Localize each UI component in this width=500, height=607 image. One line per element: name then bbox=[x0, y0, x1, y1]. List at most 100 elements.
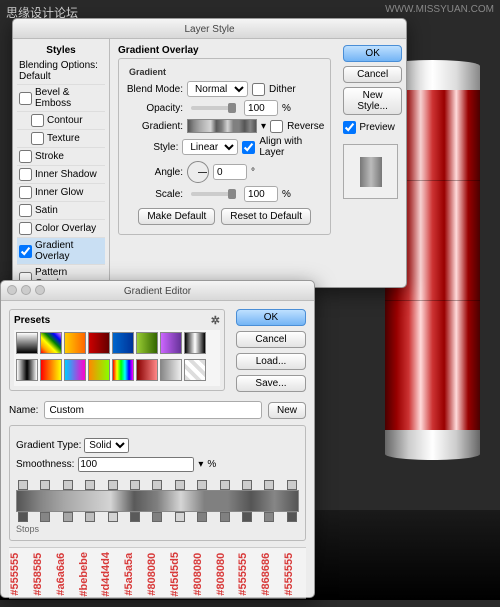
style-checkbox[interactable] bbox=[19, 186, 32, 199]
gradient-stop[interactable] bbox=[18, 512, 28, 522]
layer-style-titlebar[interactable]: Layer Style bbox=[13, 19, 406, 39]
preset-swatch[interactable] bbox=[40, 332, 62, 354]
preset-swatch[interactable] bbox=[16, 359, 38, 381]
dither-checkbox[interactable] bbox=[252, 83, 265, 96]
gradient-stop[interactable] bbox=[197, 512, 207, 522]
reset-default-button[interactable]: Reset to Default bbox=[221, 208, 311, 225]
gradient-stop[interactable] bbox=[175, 480, 185, 490]
new-style-button[interactable]: New Style... bbox=[343, 87, 402, 115]
style-row[interactable]: Satin bbox=[17, 202, 105, 220]
preset-swatch[interactable] bbox=[64, 359, 86, 381]
preset-swatch[interactable] bbox=[40, 359, 62, 381]
gradient-stop[interactable] bbox=[18, 480, 28, 490]
blending-options-row[interactable]: Blending Options: Default bbox=[17, 58, 105, 85]
preview-checkbox[interactable] bbox=[343, 121, 356, 134]
style-row[interactable]: Contour bbox=[17, 112, 105, 130]
opacity-slider[interactable] bbox=[191, 106, 236, 110]
gradient-dropdown-icon[interactable]: ▾ bbox=[261, 121, 266, 132]
style-row[interactable]: Gradient Overlay bbox=[17, 238, 105, 265]
gradient-stop[interactable] bbox=[130, 512, 140, 522]
style-checkbox[interactable] bbox=[31, 132, 44, 145]
gradient-swatch[interactable] bbox=[187, 119, 257, 133]
style-row[interactable]: Color Overlay bbox=[17, 220, 105, 238]
gradient-stop[interactable] bbox=[175, 512, 185, 522]
scale-input[interactable] bbox=[244, 186, 278, 202]
gradient-stop[interactable] bbox=[287, 480, 297, 490]
ge-ok-button[interactable]: OK bbox=[236, 309, 306, 326]
cancel-button[interactable]: Cancel bbox=[343, 66, 402, 83]
smoothness-dropdown-icon[interactable]: ▾ bbox=[198, 459, 203, 470]
style-checkbox[interactable] bbox=[19, 168, 32, 181]
preset-swatch[interactable] bbox=[136, 359, 158, 381]
gradient-stop[interactable] bbox=[40, 512, 50, 522]
preset-swatch[interactable] bbox=[160, 332, 182, 354]
preset-swatch[interactable] bbox=[184, 332, 206, 354]
gradient-stop[interactable] bbox=[242, 480, 252, 490]
gradient-name-input[interactable] bbox=[44, 401, 262, 419]
gradient-stop[interactable] bbox=[85, 480, 95, 490]
preset-swatch[interactable] bbox=[16, 332, 38, 354]
preset-swatch[interactable] bbox=[112, 359, 134, 381]
gradient-stop[interactable] bbox=[220, 512, 230, 522]
ge-save-button[interactable]: Save... bbox=[236, 375, 306, 392]
gradient-bar[interactable] bbox=[16, 490, 299, 512]
preset-swatch[interactable] bbox=[88, 359, 110, 381]
angle-input[interactable] bbox=[213, 164, 247, 180]
gradient-stop[interactable] bbox=[108, 512, 118, 522]
ge-load-button[interactable]: Load... bbox=[236, 353, 306, 370]
layer-style-title: Layer Style bbox=[184, 24, 234, 35]
preset-swatch[interactable] bbox=[136, 332, 158, 354]
styles-header[interactable]: Styles bbox=[17, 43, 105, 58]
gradient-editor-titlebar[interactable]: Gradient Editor bbox=[1, 281, 314, 301]
gradient-stop[interactable] bbox=[63, 512, 73, 522]
new-gradient-button[interactable]: New bbox=[268, 402, 306, 419]
angle-dial[interactable] bbox=[187, 161, 209, 183]
window-controls[interactable] bbox=[7, 285, 45, 295]
align-checkbox[interactable] bbox=[242, 141, 255, 154]
style-row[interactable]: Inner Shadow bbox=[17, 166, 105, 184]
style-row[interactable]: Bevel & Emboss bbox=[17, 85, 105, 112]
watermark-text: 思缘设计论坛 bbox=[6, 4, 78, 21]
style-checkbox[interactable] bbox=[19, 245, 32, 258]
preset-swatch[interactable] bbox=[112, 332, 134, 354]
gradient-stop[interactable] bbox=[152, 512, 162, 522]
style-checkbox[interactable] bbox=[19, 150, 32, 163]
gradient-stop[interactable] bbox=[152, 480, 162, 490]
reverse-checkbox[interactable] bbox=[270, 120, 283, 133]
opacity-input[interactable] bbox=[244, 100, 278, 116]
style-checkbox[interactable] bbox=[19, 222, 32, 235]
style-row[interactable]: Texture bbox=[17, 130, 105, 148]
gradient-stop[interactable] bbox=[287, 512, 297, 522]
preset-swatch[interactable] bbox=[64, 332, 86, 354]
gradient-stop[interactable] bbox=[85, 512, 95, 522]
preset-swatch[interactable] bbox=[160, 359, 182, 381]
style-row[interactable]: Stroke bbox=[17, 148, 105, 166]
preset-swatch[interactable] bbox=[88, 332, 110, 354]
style-checkbox[interactable] bbox=[19, 92, 32, 105]
blend-mode-select[interactable]: Normal bbox=[187, 81, 248, 97]
gear-icon[interactable]: ✲ bbox=[211, 314, 220, 327]
hex-value: #a6a6a6 bbox=[55, 550, 78, 599]
gradient-stop[interactable] bbox=[264, 512, 274, 522]
style-checkbox[interactable] bbox=[31, 114, 44, 127]
scale-slider[interactable] bbox=[191, 192, 236, 196]
make-default-button[interactable]: Make Default bbox=[138, 208, 215, 225]
preset-swatch[interactable] bbox=[184, 359, 206, 381]
gradient-stop[interactable] bbox=[242, 512, 252, 522]
style-select[interactable]: Linear bbox=[182, 139, 238, 155]
gradient-stop[interactable] bbox=[108, 480, 118, 490]
ok-button[interactable]: OK bbox=[343, 45, 402, 62]
smoothness-input[interactable] bbox=[78, 457, 194, 472]
gradient-type-select[interactable]: Solid bbox=[84, 438, 129, 453]
gradient-stop[interactable] bbox=[264, 480, 274, 490]
zoom-icon bbox=[35, 285, 45, 295]
style-row[interactable]: Inner Glow bbox=[17, 184, 105, 202]
gradient-stop[interactable] bbox=[220, 480, 230, 490]
gradient-stop[interactable] bbox=[63, 480, 73, 490]
ge-cancel-button[interactable]: Cancel bbox=[236, 331, 306, 348]
gradient-stop[interactable] bbox=[130, 480, 140, 490]
gradient-stop[interactable] bbox=[197, 480, 207, 490]
gradient-stop[interactable] bbox=[40, 480, 50, 490]
gradient-sublegend: Gradient bbox=[129, 67, 324, 77]
style-checkbox[interactable] bbox=[19, 204, 32, 217]
